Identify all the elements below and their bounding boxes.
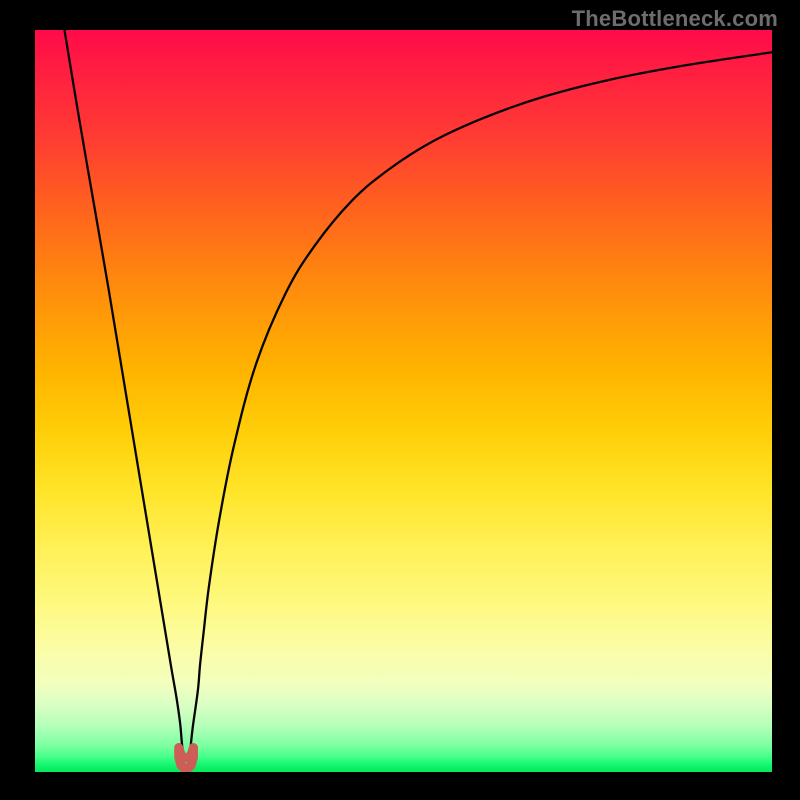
notch-marker	[179, 748, 194, 768]
chart-svg	[35, 30, 772, 772]
bottleneck-curve	[64, 30, 772, 758]
plot-area	[35, 30, 772, 772]
attribution-label: TheBottleneck.com	[572, 6, 778, 32]
chart-frame: TheBottleneck.com	[0, 0, 800, 800]
